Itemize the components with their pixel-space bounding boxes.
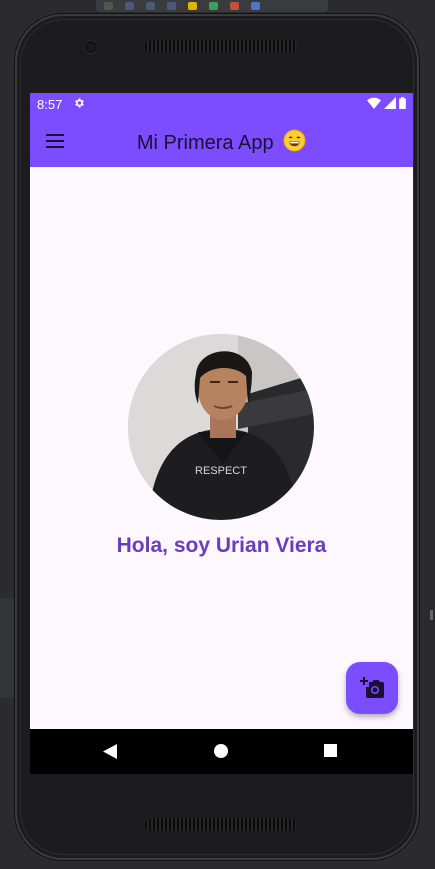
shirt-print-text: RESPECT xyxy=(195,465,247,477)
gear-icon xyxy=(75,98,84,108)
ide-scroll-marker xyxy=(430,610,433,620)
add-photo-fab[interactable] xyxy=(346,662,398,714)
toolbar-icon[interactable] xyxy=(125,2,134,10)
system-navigation-bar xyxy=(30,729,413,774)
front-camera xyxy=(85,41,97,53)
app-bar: Mi Primera App xyxy=(30,115,413,167)
status-time: 8:57 xyxy=(37,97,63,112)
toolbar-icon[interactable] xyxy=(104,2,113,10)
search-icon[interactable] xyxy=(251,2,260,10)
smiling-face-icon xyxy=(283,129,306,152)
top-speaker-grille xyxy=(145,40,297,53)
back-triangle-icon[interactable] xyxy=(103,744,117,759)
refresh-icon[interactable] xyxy=(209,2,218,10)
add-a-photo-icon xyxy=(360,677,384,698)
bottom-speaker-grille xyxy=(145,818,297,831)
battery-icon xyxy=(399,97,406,109)
recents-square-icon[interactable] xyxy=(324,744,337,757)
greeting-text: Hola, soy Urian Viera xyxy=(116,534,327,557)
wifi-icon xyxy=(367,97,381,109)
profile-avatar: RESPECT xyxy=(128,334,314,520)
profile-photo: RESPECT xyxy=(128,334,314,520)
app-title: Mi Primera App xyxy=(30,129,413,155)
app-title-text: Mi Primera App xyxy=(136,132,274,154)
toolbar-icon[interactable] xyxy=(167,2,176,10)
toolbar-icon[interactable] xyxy=(230,2,239,10)
status-icons xyxy=(367,97,406,109)
signal-icon xyxy=(384,97,396,109)
ide-toolbar xyxy=(96,0,328,12)
status-bar: 8:57 xyxy=(30,93,413,115)
lightning-icon[interactable] xyxy=(188,2,197,10)
toolbar-icon[interactable] xyxy=(146,2,155,10)
app-screen: 8:57 Mi Primera App RESPECT Hola, soy Ur… xyxy=(30,93,413,774)
home-circle-icon[interactable] xyxy=(214,744,228,758)
